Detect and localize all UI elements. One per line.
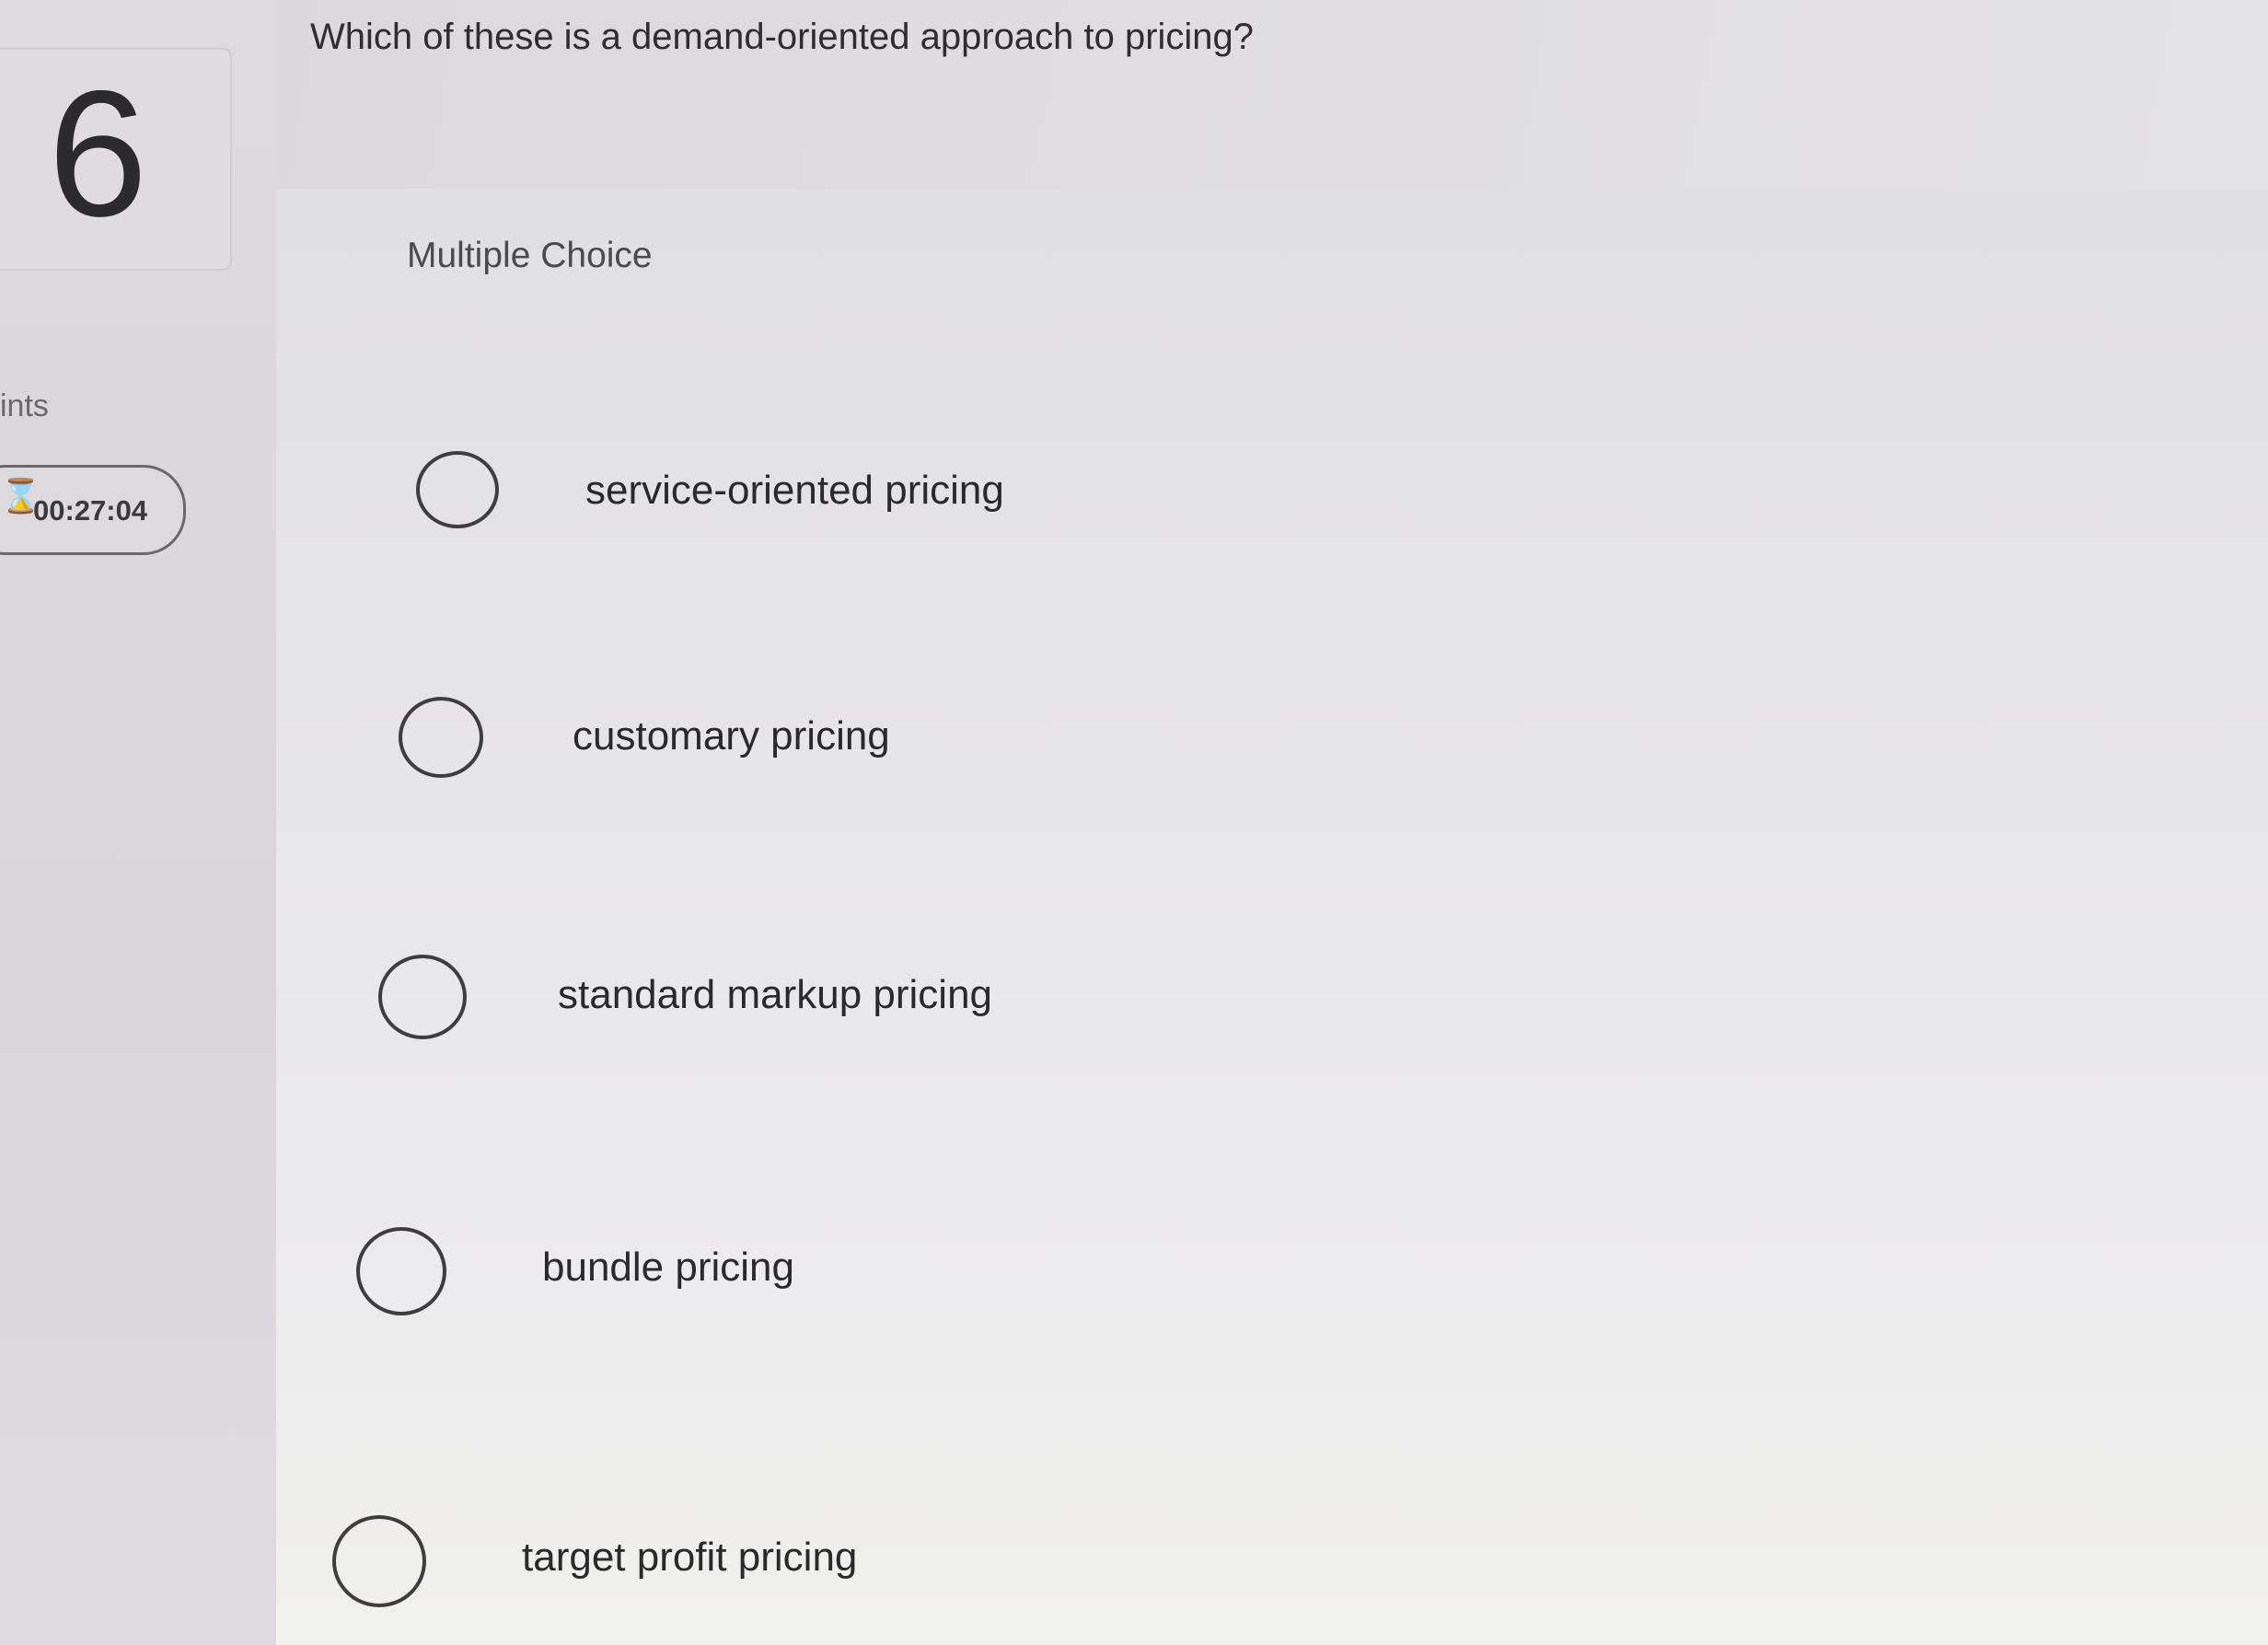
question-number: 6 (48, 53, 148, 254)
radio-button-icon[interactable] (356, 1227, 446, 1315)
radio-button-icon[interactable] (332, 1515, 426, 1607)
radio-button-icon[interactable] (399, 697, 483, 778)
option-label: customary pricing (573, 713, 890, 759)
answer-panel (276, 189, 2268, 1645)
radio-button-icon[interactable] (378, 955, 467, 1039)
question-prompt: Which of these is a demand-oriented appr… (310, 17, 1255, 57)
points-label: ints (0, 388, 49, 423)
option-label: bundle pricing (542, 1245, 794, 1290)
radio-button-icon[interactable] (416, 451, 499, 528)
option-label: service-oriented pricing (585, 468, 1004, 513)
question-type-label: Multiple Choice (407, 236, 653, 275)
timer-readout: 00:27:04 (33, 494, 148, 527)
option-label: standard markup pricing (558, 972, 993, 1017)
option-label: target profit pricing (522, 1535, 858, 1580)
